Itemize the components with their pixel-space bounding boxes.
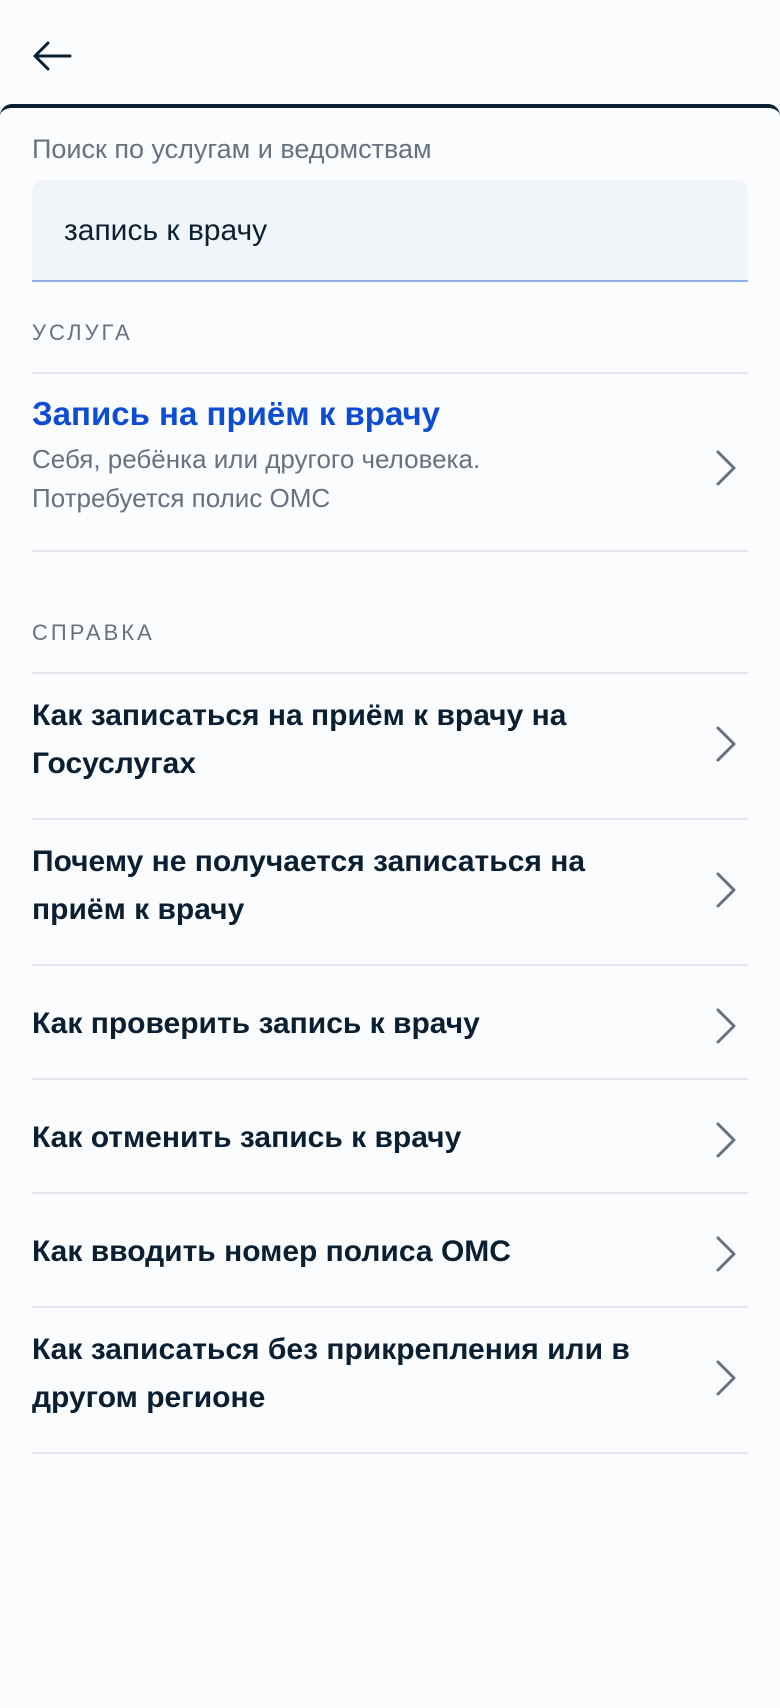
help-item-cancel-booking[interactable]: Как отменить запись к врачу [32,1114,748,1174]
arrow-left-icon [33,41,72,71]
search-label: Поиск по услугам и ведомствам [32,134,432,164]
chevron-right-icon [716,1236,736,1272]
help-item-title: Как вводить номер полиса ОМС [32,1235,511,1268]
divider [32,964,748,966]
help-item-why-cannot-book[interactable]: Почему не получается записаться на приём… [32,838,748,944]
help-item-other-region[interactable]: Как записаться без прикрепления или в др… [32,1326,748,1432]
chevron-right-icon [716,450,736,486]
help-item-policy-number[interactable]: Как вводить номер полиса ОМС [32,1228,748,1288]
section-label-help: СПРАВКА [32,620,155,645]
divider [32,1078,748,1080]
back-button[interactable] [22,28,82,84]
help-item-title: Как записаться на приём к врачу на Госус… [32,699,567,780]
service-item-desc-line2: Потребуется полис ОМС [32,483,331,513]
service-item-description: Себя, ребёнка или другого человека. Потр… [32,440,748,518]
top-bar [0,0,780,106]
chevron-right-icon [716,1122,736,1158]
search-sheet: Поиск по услугам и ведомствам запись к в… [0,104,780,1708]
chevron-right-icon [716,872,736,908]
help-item-title: Почему не получается записаться на приём… [32,845,586,926]
search-input[interactable]: запись к врачу [32,180,748,282]
help-item-title: Как отменить запись к врачу [32,1121,462,1154]
help-item-check-booking[interactable]: Как проверить запись к врачу [32,1000,748,1060]
section-label-service: УСЛУГА [32,320,133,345]
service-item-title: Запись на приём к врачу [32,395,440,432]
help-item-title: Как проверить запись к врачу [32,1007,480,1040]
divider [32,1192,748,1194]
service-item-desc-line1: Себя, ребёнка или другого человека. [32,444,481,474]
divider [32,1306,748,1308]
divider [32,818,748,820]
help-item-how-to-book[interactable]: Как записаться на приём к врачу на Госус… [32,692,748,798]
service-item-doctor-appointment[interactable]: Запись на приём к врачу Себя, ребёнка ил… [32,392,748,532]
chevron-right-icon [716,1008,736,1044]
divider [32,550,748,552]
chevron-right-icon [716,726,736,762]
chevron-right-icon [716,1360,736,1396]
help-item-title: Как записаться без прикрепления или в др… [32,1333,630,1414]
divider [32,372,748,374]
divider [32,1452,748,1454]
search-input-value: запись к врачу [64,214,268,247]
divider [32,672,748,674]
